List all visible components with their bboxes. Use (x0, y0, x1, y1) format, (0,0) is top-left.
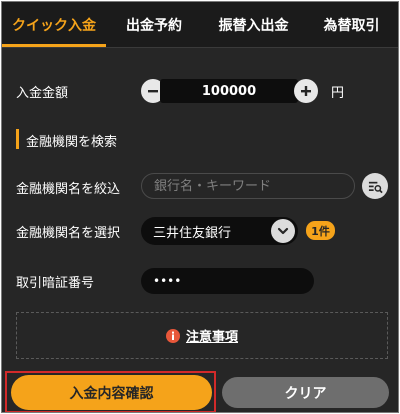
tab-divider (2, 47, 398, 48)
bank-select-label: 金融機関名を選択 (16, 226, 121, 241)
minus-icon (148, 90, 158, 93)
notice-label: 注意事項 (185, 330, 238, 345)
search-button[interactable] (362, 173, 388, 199)
quick-deposit-panel: クイック入金 出金予約 振替入出金 為替取引 入金金額 100000 円 金融機… (1, 1, 399, 413)
section-title: 金融機関を検索 (26, 135, 118, 150)
bank-search-input[interactable] (141, 173, 355, 199)
tab-withdrawal-reservation[interactable]: 出金予約 (106, 2, 202, 47)
pin-label: 取引暗証番号 (16, 276, 95, 291)
tab-transfer[interactable]: 振替入出金 (202, 2, 305, 47)
clear-button[interactable]: クリア (222, 377, 389, 408)
pin-input[interactable] (141, 268, 314, 294)
bank-select-toggle[interactable] (271, 219, 295, 243)
notice-link[interactable]: 注意事項 (165, 326, 238, 345)
bank-select[interactable]: 三井住友銀行 (141, 217, 298, 245)
tab-quick-deposit[interactable]: クイック入金 (2, 2, 106, 47)
search-label: 金融機関名を絞込 (16, 182, 121, 197)
amount-label: 入金金額 (16, 86, 69, 101)
info-icon (165, 328, 180, 343)
tab-bar: クイック入金 出金予約 振替入出金 為替取引 (2, 2, 398, 47)
notice-box: 注意事項 (16, 312, 388, 359)
amount-unit: 円 (331, 86, 345, 101)
tab-fx-trading[interactable]: 為替取引 (305, 2, 398, 47)
chevron-down-icon (277, 227, 289, 235)
confirm-deposit-button[interactable]: 入金内容確認 (11, 375, 212, 410)
increment-button[interactable] (294, 79, 318, 103)
plus-icon (301, 86, 311, 96)
bank-select-value: 三井住友銀行 (153, 225, 232, 241)
section-accent-bar (16, 129, 19, 149)
amount-input[interactable]: 100000 (160, 79, 298, 103)
result-count-badge: 1件 (306, 221, 335, 240)
search-list-icon (368, 181, 383, 193)
